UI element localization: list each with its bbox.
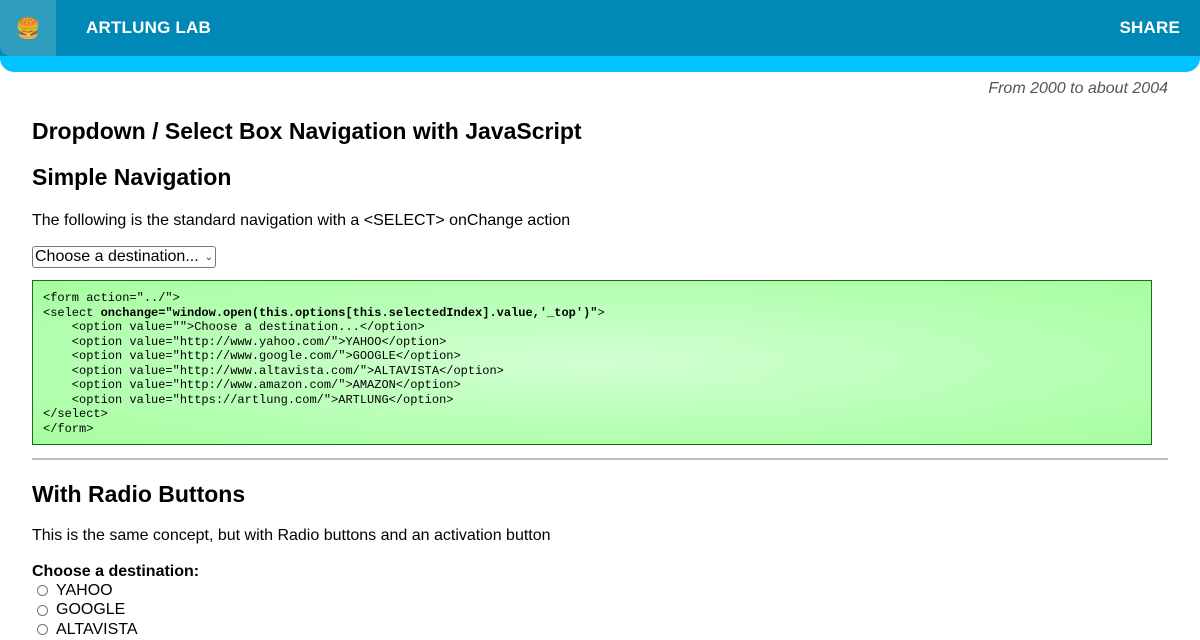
page-title: Dropdown / Select Box Navigation with Ja…	[32, 118, 582, 144]
simple-navigation-heading: Simple Navigation	[32, 164, 232, 190]
code-line: <option value="http://www.altavista.com/…	[43, 363, 504, 378]
code-line: <option value="http://www.google.com/">G…	[43, 349, 461, 363]
code-line: <option value="http://www.yahoo.com/">YA…	[43, 334, 447, 349]
header-bar: 🍔 ARTLUNG LAB SHARE	[0, 0, 1200, 56]
radio-option-label: YAHOO	[56, 581, 113, 599]
chevron-down-icon: ⌄	[204, 251, 214, 263]
simple-navigation-description: The following is the standard navigation…	[32, 212, 571, 229]
destination-select-value: Choose a destination...	[35, 248, 199, 265]
code-line: <option value="http://www.amazon.com/">A…	[43, 378, 461, 392]
radio-group-label: Choose a destination:	[32, 563, 200, 580]
code-line: <option value="https://artlung.com/">ART…	[43, 392, 454, 407]
burger-logo-icon[interactable]: 🍔	[0, 0, 56, 56]
brand-link[interactable]: ARTLUNG LAB	[86, 18, 211, 38]
code-line: <option value="">Choose a destination...…	[43, 320, 425, 334]
code-sample: <form action="../"> <select onchange="wi…	[32, 280, 1152, 445]
code-line: </form>	[43, 421, 94, 436]
main-content: Dropdown / Select Box Navigation with Ja…	[32, 118, 1168, 640]
radio-option-label: GOOGLE	[56, 601, 126, 619]
radio-button[interactable]	[37, 585, 48, 597]
share-button[interactable]: SHARE	[1119, 18, 1180, 38]
era-note: From 2000 to about 2004	[988, 80, 1168, 97]
radio-buttons-description: This is the same concept, but with Radio…	[32, 527, 551, 544]
destination-select[interactable]: Choose a destination... ⌄	[32, 246, 217, 268]
code-line: <form action="../">	[43, 291, 180, 305]
header-accent-bar: 🍔 ARTLUNG LAB SHARE	[0, 0, 1200, 72]
code-line: <select onchange="window.open(this.optio…	[43, 305, 605, 320]
section-divider	[32, 458, 1168, 460]
radio-option[interactable]: YAHOO	[32, 581, 1168, 601]
radio-button[interactable]	[37, 604, 48, 616]
radio-option[interactable]: GOOGLE	[32, 601, 1168, 621]
code-line: </select>	[43, 407, 108, 421]
radio-buttons-heading: With Radio Buttons	[32, 481, 246, 507]
